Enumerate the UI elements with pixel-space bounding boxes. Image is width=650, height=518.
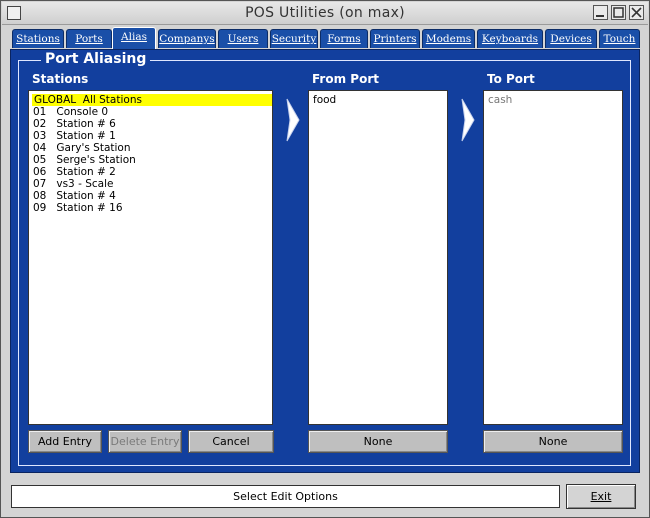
tab-users[interactable]: Users bbox=[218, 29, 268, 48]
tab-security[interactable]: Security bbox=[270, 29, 318, 48]
arrow-right-icon bbox=[286, 98, 300, 142]
title-bar[interactable]: POS Utilities (on max) bbox=[2, 2, 648, 25]
tab-alias[interactable]: Alias bbox=[112, 27, 156, 49]
station-item[interactable]: 02 Station # 6 bbox=[33, 118, 116, 130]
station-item[interactable]: 01 Console 0 bbox=[33, 106, 108, 118]
status-bar: Select Edit Options bbox=[11, 485, 560, 508]
to-port-item[interactable]: cash bbox=[488, 94, 512, 106]
tab-forms[interactable]: Forms bbox=[320, 29, 368, 48]
station-item-global[interactable]: GLOBAL All Stations bbox=[32, 94, 272, 106]
close-icon[interactable] bbox=[629, 5, 644, 20]
from-port-list[interactable]: food bbox=[308, 90, 448, 425]
to-port-label: To Port bbox=[487, 72, 535, 86]
alias-panel: Port Aliasing Stations From Port To Port… bbox=[10, 49, 640, 473]
to-port-list[interactable]: cash bbox=[483, 90, 623, 425]
window-title: POS Utilities (on max) bbox=[245, 5, 405, 21]
from-port-item[interactable]: food bbox=[313, 94, 336, 106]
maximize-icon[interactable] bbox=[611, 5, 626, 20]
station-item[interactable]: 08 Station # 4 bbox=[33, 190, 116, 202]
station-item[interactable]: 09 Station # 16 bbox=[33, 202, 123, 214]
tab-modems[interactable]: Modems bbox=[422, 29, 475, 48]
arrow-right-icon bbox=[461, 98, 475, 142]
tab-touch[interactable]: Touch bbox=[599, 29, 640, 48]
tab-stations[interactable]: Stations bbox=[12, 29, 64, 48]
tab-ports[interactable]: Ports bbox=[66, 29, 112, 48]
exit-button[interactable]: Exit bbox=[566, 484, 636, 509]
delete-entry-button[interactable]: Delete Entry bbox=[108, 430, 182, 453]
tab-bar: Stations Ports Alias Companys Users Secu… bbox=[10, 27, 640, 49]
tab-companys[interactable]: Companys bbox=[158, 29, 216, 48]
station-item[interactable]: 04 Gary's Station bbox=[33, 142, 131, 154]
tab-printers[interactable]: Printers bbox=[370, 29, 420, 48]
cancel-button[interactable]: Cancel bbox=[188, 430, 274, 453]
tab-keyboards[interactable]: Keyboards bbox=[477, 29, 543, 48]
station-item[interactable]: 03 Station # 1 bbox=[33, 130, 116, 142]
station-item[interactable]: 06 Station # 2 bbox=[33, 166, 116, 178]
add-entry-button[interactable]: Add Entry bbox=[28, 430, 102, 453]
to-port-none-button[interactable]: None bbox=[483, 430, 623, 453]
tab-devices[interactable]: Devices bbox=[545, 29, 597, 48]
stations-list[interactable]: GLOBAL All Stations 01 Console 0 02 Stat… bbox=[28, 90, 273, 425]
from-port-none-button[interactable]: None bbox=[308, 430, 448, 453]
app-window: POS Utilities (on max) Stations Ports Al… bbox=[0, 0, 650, 518]
from-port-label: From Port bbox=[312, 72, 379, 86]
station-item[interactable]: 05 Serge's Station bbox=[33, 154, 136, 166]
stations-label: Stations bbox=[32, 72, 89, 86]
group-title: Port Aliasing bbox=[41, 51, 151, 67]
station-item[interactable]: 07 vs3 - Scale bbox=[33, 178, 113, 190]
minimize-icon[interactable] bbox=[593, 5, 608, 20]
